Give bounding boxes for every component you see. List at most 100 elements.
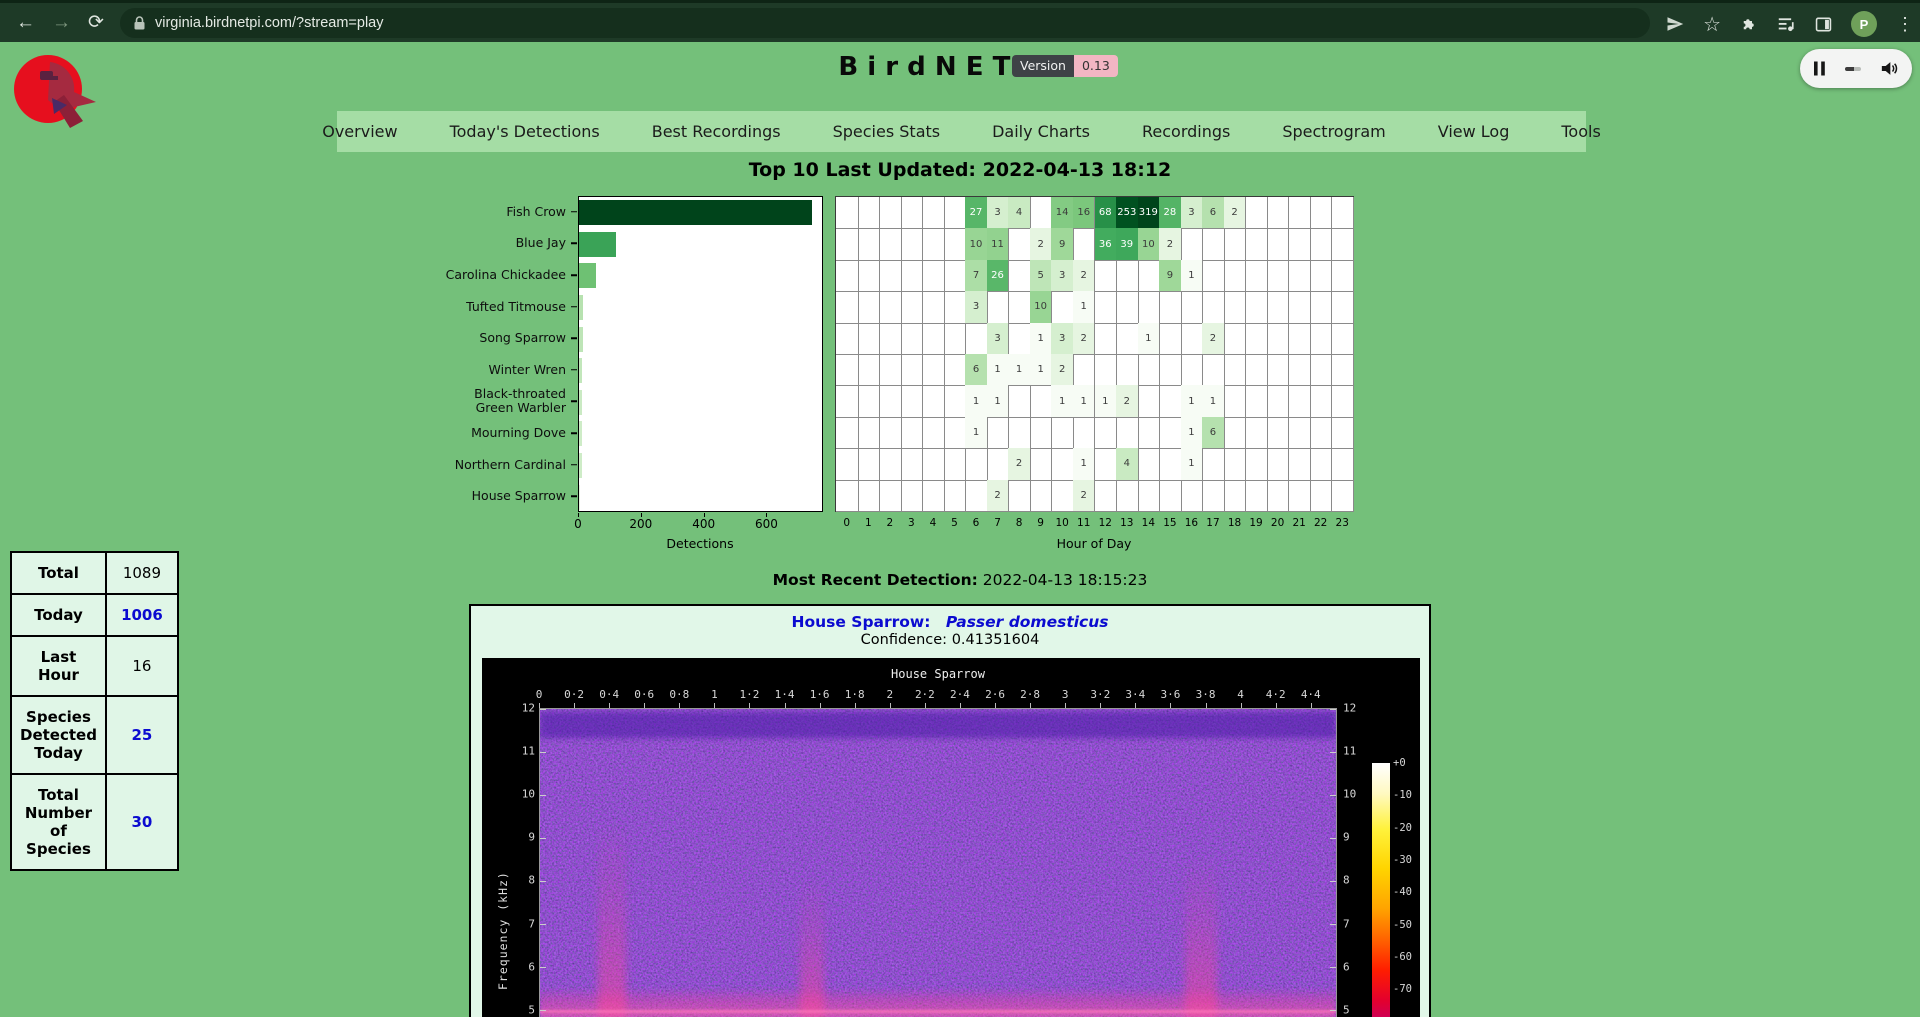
stats-value[interactable]: 25 <box>106 696 178 774</box>
nav-item-overview[interactable]: Overview <box>322 122 397 141</box>
heatmap-cell: 4 <box>1116 448 1139 480</box>
lock-icon <box>134 16 145 30</box>
heatmap-cell: 2 <box>1008 448 1031 480</box>
heatmap-cell <box>1267 385 1290 417</box>
heatmap-cell <box>922 480 945 512</box>
heatmap-cell <box>1008 323 1031 355</box>
spectrogram-ytickmark <box>1330 881 1336 882</box>
heatmap-cell <box>1008 480 1031 512</box>
species-tick <box>571 337 577 339</box>
send-icon[interactable] <box>1666 15 1684 33</box>
heatmap-cell: 1 <box>965 417 988 449</box>
nav-item-species-stats[interactable]: Species Stats <box>833 122 941 141</box>
spectrogram-ytickmark <box>540 838 546 839</box>
heatmap-cell <box>836 323 859 355</box>
heatmap-cell: 39 <box>1116 228 1139 260</box>
heatmap-cell <box>1116 480 1139 512</box>
extensions-icon[interactable] <box>1740 15 1758 33</box>
audio-player[interactable] <box>1800 49 1912 88</box>
heatmap-cell: 1 <box>1073 291 1096 323</box>
heatmap-cell <box>1116 323 1139 355</box>
bookmark-star-icon[interactable]: ☆ <box>1703 12 1721 37</box>
heatmap-cell <box>1030 417 1053 449</box>
spectrogram-ytick-right: 6 <box>1343 960 1350 973</box>
volume-button[interactable] <box>1880 60 1899 77</box>
stats-table: Total1089Today1006Last Hour16Species Det… <box>10 551 179 871</box>
reload-button[interactable]: ⟳ <box>88 10 104 36</box>
address-bar[interactable]: virginia.birdnetpi.com/?stream=play <box>120 8 1650 38</box>
spectrogram-xtickmark <box>890 703 891 708</box>
heatmap-cell <box>1331 480 1354 512</box>
heatmap-cell: 3 <box>1051 260 1074 292</box>
bar-axis-tick-label: 600 <box>755 517 778 531</box>
back-button[interactable]: ← <box>16 10 35 36</box>
heatmap-cell <box>836 448 859 480</box>
heatmap-cell <box>1051 448 1074 480</box>
spectrogram-xtick: 0·4 <box>599 688 619 701</box>
stats-value[interactable]: 1006 <box>106 594 178 636</box>
heatmap-cell: 3 <box>987 197 1010 229</box>
spectrogram-ytick-left: 6 <box>502 960 535 973</box>
spectrogram-xtickmark <box>785 703 786 708</box>
heatmap-cell: 1 <box>1181 260 1204 292</box>
spectrogram-xtickmark <box>1065 703 1066 708</box>
spectrogram-noise <box>540 709 1337 1017</box>
hour-tick-label: 17 <box>1206 517 1219 529</box>
side-panel-icon[interactable] <box>1815 16 1832 33</box>
forward-button[interactable]: → <box>52 10 71 36</box>
heatmap-cell <box>1331 228 1354 260</box>
heatmap-cell <box>1159 480 1182 512</box>
colorbar-tick-label: -70 <box>1393 983 1412 995</box>
stats-value[interactable]: 30 <box>106 774 178 870</box>
version-value: 0.13 <box>1074 55 1118 77</box>
heatmap-cell <box>1008 417 1031 449</box>
heatmap-cell <box>1181 228 1204 260</box>
nav-item-spectrogram[interactable]: Spectrogram <box>1282 122 1385 141</box>
nav-item-recordings[interactable]: Recordings <box>1142 122 1230 141</box>
species-tick <box>571 211 577 213</box>
nav-item-view-log[interactable]: View Log <box>1438 122 1510 141</box>
heatmap-cell <box>1267 480 1290 512</box>
media-control-icon[interactable] <box>1777 16 1796 33</box>
menu-icon[interactable]: ⋮ <box>1896 14 1914 35</box>
colorbar-tick-label: -30 <box>1393 854 1412 866</box>
species-scientific-name[interactable]: Passer domesticus <box>946 613 1109 631</box>
heatmap-cell: 16 <box>1073 197 1096 229</box>
heatmap-cell <box>836 197 859 229</box>
hour-tick-label: 10 <box>1056 517 1069 529</box>
seek-slider[interactable] <box>1845 67 1861 71</box>
hour-tick-label: 13 <box>1120 517 1133 529</box>
nav-item-today-s-detections[interactable]: Today's Detections <box>450 122 600 141</box>
spectrogram-xtick: 3·6 <box>1161 688 1181 701</box>
nav-item-daily-charts[interactable]: Daily Charts <box>992 122 1090 141</box>
heatmap-cell <box>1116 354 1139 386</box>
hour-tick-label: 12 <box>1099 517 1112 529</box>
spectrogram-xtick: 3·2 <box>1090 688 1110 701</box>
heatmap-cell <box>1245 354 1268 386</box>
spectrogram-xtickmark <box>1241 703 1242 708</box>
heatmap-cell <box>1224 228 1247 260</box>
version-badge: Version 0.13 <box>1012 55 1118 77</box>
spectrogram-xtickmark <box>925 703 926 708</box>
bar-axis-caption: Detections <box>666 536 733 551</box>
heatmap-cell: 3 <box>987 323 1010 355</box>
nav-item-tools[interactable]: Tools <box>1561 122 1600 141</box>
detections-bar-plot <box>578 196 823 512</box>
heatmap-cell <box>922 228 945 260</box>
heatmap-cell: 2 <box>1116 385 1139 417</box>
heatmap-cell <box>1245 480 1268 512</box>
species-common-name-link[interactable]: House Sparrow: <box>791 613 930 631</box>
hour-tick-label: 21 <box>1292 517 1305 529</box>
heatmap-cell <box>1245 417 1268 449</box>
hour-tick-label: 20 <box>1271 517 1284 529</box>
heatmap-cell <box>922 417 945 449</box>
pause-button[interactable] <box>1813 61 1826 76</box>
heatmap-cell <box>987 291 1010 323</box>
heatmap-cell <box>922 385 945 417</box>
nav-item-best-recordings[interactable]: Best Recordings <box>652 122 781 141</box>
spectrogram-xtickmark <box>1206 703 1207 708</box>
heatmap-cell: 1 <box>987 354 1010 386</box>
stats-label: Today <box>11 594 106 636</box>
spectrogram-ytick-right: 11 <box>1343 745 1356 758</box>
profile-avatar[interactable]: P <box>1851 11 1877 37</box>
